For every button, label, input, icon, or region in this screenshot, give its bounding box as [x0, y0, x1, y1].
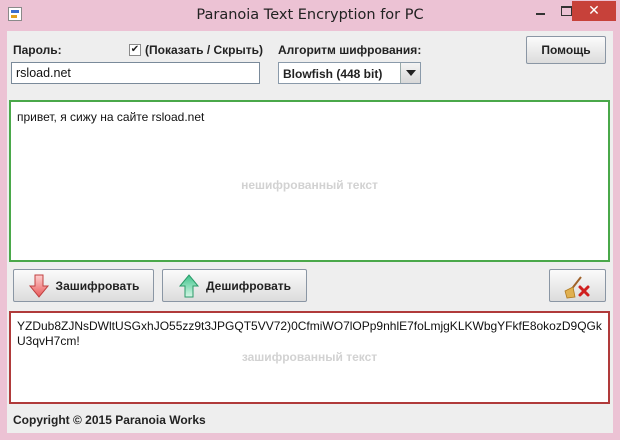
- plain-text-area[interactable]: привет, я сижу на сайте rsload.net нешиф…: [9, 100, 610, 262]
- minimize-button[interactable]: [527, 1, 553, 21]
- algorithm-label: Алгоритм шифрования:: [278, 43, 422, 57]
- app-window: Paranoia Text Encryption for PC ✕ Пароль…: [0, 0, 620, 440]
- algorithm-selected-value: Blowfish (448 bit): [283, 67, 383, 81]
- password-input[interactable]: rsload.net: [11, 62, 260, 84]
- encrypt-button-label: Зашифровать: [55, 278, 140, 293]
- clear-button[interactable]: [549, 269, 606, 302]
- minimize-icon: [535, 13, 545, 15]
- show-hide-checkbox[interactable]: ✔: [129, 44, 141, 56]
- cipher-text-content: YZDub8ZJNsDWltUSGxhJO55zz9t3JPGQT5VV72)0…: [17, 319, 602, 348]
- password-label: Пароль:: [13, 43, 62, 57]
- client-area: Пароль: rsload.net ✔ (Показать / Скрыть)…: [7, 31, 613, 433]
- cipher-text-area[interactable]: YZDub8ZJNsDWltUSGxhJO55zz9t3JPGQT5VV72)0…: [9, 311, 610, 404]
- copyright-footer: Copyright © 2015 Paranoia Works: [13, 413, 206, 427]
- algorithm-select[interactable]: Blowfish (448 bit): [278, 62, 421, 84]
- plain-text-watermark: нешифрованный текст: [241, 178, 378, 192]
- check-icon: ✔: [130, 44, 140, 55]
- maximize-icon: [560, 6, 572, 16]
- close-icon: ✕: [588, 3, 600, 19]
- dropdown-arrow[interactable]: [400, 63, 420, 83]
- chevron-down-icon: [405, 70, 416, 76]
- broom-clear-icon: [563, 273, 593, 299]
- arrow-down-icon: [28, 273, 50, 299]
- encrypt-button[interactable]: Зашифровать: [13, 269, 154, 302]
- decrypt-button[interactable]: Дешифровать: [162, 269, 307, 302]
- plain-text-content: привет, я сижу на сайте rsload.net: [17, 110, 205, 124]
- close-button[interactable]: ✕: [572, 1, 616, 21]
- cipher-text-watermark: зашифрованный текст: [241, 350, 378, 364]
- decrypt-button-label: Дешифровать: [205, 278, 292, 293]
- help-button[interactable]: Помощь: [526, 36, 606, 64]
- show-hide-label[interactable]: (Показать / Скрыть): [145, 43, 263, 57]
- title-bar[interactable]: Paranoia Text Encryption for PC ✕: [0, 0, 620, 31]
- arrow-up-icon: [178, 273, 200, 299]
